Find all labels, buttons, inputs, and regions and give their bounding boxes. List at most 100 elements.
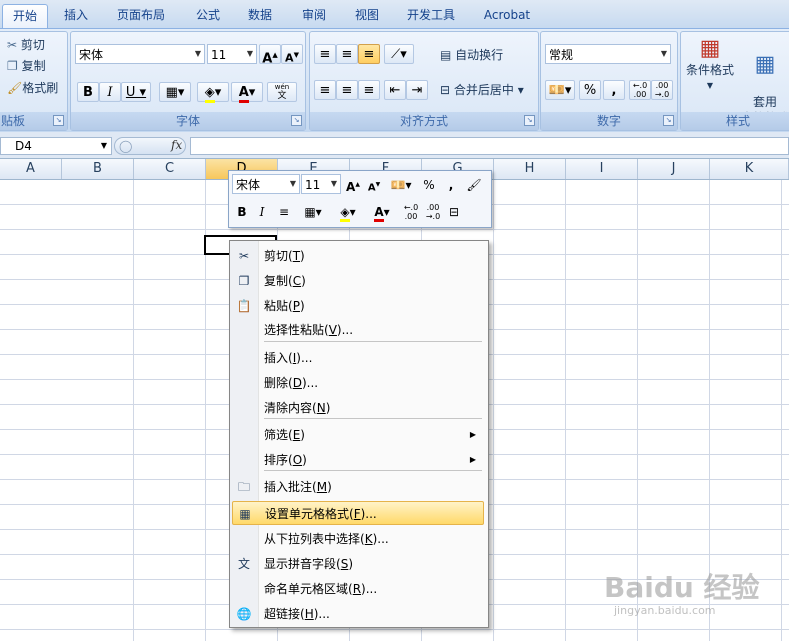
menu-item-sort[interactable]: 排序(O) ▶: [232, 448, 484, 472]
font-size-value: 11: [211, 48, 227, 62]
mini-percent-button[interactable]: %: [421, 176, 437, 194]
column-header-i[interactable]: I: [566, 159, 638, 179]
menu-item-insert[interactable]: 插入(I)...: [232, 346, 484, 370]
insert-function-button[interactable]: ◯ fx: [114, 137, 186, 155]
menu-accelerator-key: D: [292, 376, 302, 390]
align-right-button[interactable]: ≡: [358, 80, 380, 100]
name-box[interactable]: D4 ▼: [0, 137, 112, 155]
menu-item-clear-contents[interactable]: 清除内容(N): [232, 396, 484, 420]
column-header-b[interactable]: B: [62, 159, 134, 179]
format-painter-button[interactable]: 🖌格式刷: [7, 79, 58, 97]
align-middle-button[interactable]: ≡: [336, 44, 358, 64]
menu-item-hyperlink[interactable]: 🌐 超链接(H)...: [232, 602, 484, 626]
merge-center-label: 合并后居中: [453, 83, 514, 97]
menu-ellipsis: ...: [365, 582, 378, 596]
italic-button[interactable]: I: [99, 82, 121, 102]
menu-item-insert-comment[interactable]: 🗀 插入批注(M): [232, 475, 484, 499]
align-left-button[interactable]: ≡: [314, 80, 336, 100]
tab-insert[interactable]: 插入: [54, 4, 98, 26]
cut-button[interactable]: ✂ 剪切: [7, 36, 45, 54]
menu-ellipsis: ...: [365, 507, 377, 521]
grow-font-button[interactable]: A▲: [259, 44, 281, 66]
menu-item-filter[interactable]: 筛选(E) ▶: [232, 423, 484, 447]
mini-increase-decimal-button[interactable]: ←.0.00: [401, 203, 421, 221]
font-launcher-icon[interactable]: ↘: [291, 115, 302, 126]
menu-label-text: 剪切: [264, 249, 289, 263]
mini-bold-button[interactable]: B: [233, 203, 251, 221]
mini-shrink-font-button[interactable]: A▼: [365, 176, 383, 194]
scissors-icon: ✂: [238, 249, 250, 263]
mini-font-color-button[interactable]: A▾: [367, 203, 397, 222]
menu-item-label: 插入(I)...: [264, 346, 312, 370]
clipboard-launcher-icon[interactable]: ↘: [53, 115, 64, 126]
font-color-button[interactable]: A▾: [231, 82, 263, 103]
column-header-k[interactable]: K: [710, 159, 789, 179]
menu-item-copy[interactable]: ❐ 复制(C): [232, 269, 484, 293]
mini-fill-color-button[interactable]: ◈▾: [333, 203, 363, 222]
font-size-combo[interactable]: 11 ▼: [207, 44, 257, 64]
column-header-a[interactable]: A: [0, 159, 62, 179]
tab-home[interactable]: 开始: [2, 4, 48, 29]
menu-item-paste-special[interactable]: 选择性粘贴(V)...: [232, 318, 484, 342]
menu-item-define-name[interactable]: 命名单元格区域(R)...: [232, 577, 484, 601]
tab-developer[interactable]: 开发工具: [398, 4, 464, 26]
menu-item-paste[interactable]: 📋 粘贴(P): [232, 294, 484, 318]
mini-font-name-combo[interactable]: 宋体 ▼: [232, 174, 300, 194]
borders-button[interactable]: ▦▾: [159, 82, 191, 102]
accounting-format-button[interactable]: 💴▾: [545, 80, 575, 100]
mini-borders-button[interactable]: ▦▾: [299, 203, 327, 221]
number-format-combo[interactable]: 常规 ▼: [545, 44, 671, 64]
column-header-j[interactable]: J: [638, 159, 710, 179]
tab-view[interactable]: 视图: [345, 4, 389, 26]
column-header-h[interactable]: H: [494, 159, 566, 179]
menu-accelerator-key: R: [352, 582, 362, 596]
phonetic-button[interactable]: wén 文: [267, 82, 297, 102]
number-launcher-icon[interactable]: ↘: [663, 115, 674, 126]
increase-decimal-button[interactable]: ←.0.00: [629, 80, 651, 100]
fill-color-button[interactable]: ◈▾: [197, 82, 229, 103]
align-center-button[interactable]: ≡: [336, 80, 358, 100]
percent-button[interactable]: %: [579, 80, 601, 100]
mini-comma-button[interactable]: ,: [445, 176, 457, 194]
alignment-launcher-icon[interactable]: ↘: [524, 115, 535, 126]
mini-decrease-decimal-button[interactable]: .00 →.0: [423, 203, 443, 221]
tab-formulas[interactable]: 公式: [186, 4, 230, 26]
orientation-button[interactable]: ⟋▾: [384, 44, 414, 64]
mini-grow-font-button[interactable]: A▲: [344, 176, 362, 194]
column-header-c[interactable]: C: [134, 159, 206, 179]
mini-accounting-button[interactable]: 💴▾: [387, 176, 415, 194]
merge-center-button[interactable]: ⊟ 合并后居中 ▾: [440, 81, 524, 99]
bold-button[interactable]: B: [77, 82, 99, 102]
mini-merge-button[interactable]: ⊟: [445, 203, 463, 221]
menu-label-text: 清除内容: [264, 401, 313, 415]
align-top-button[interactable]: ≡: [314, 44, 336, 64]
formula-input[interactable]: [190, 137, 789, 155]
menu-accelerator-key: H: [304, 607, 314, 621]
wrap-text-button[interactable]: ▤ 自动换行: [440, 46, 503, 64]
mini-italic-button[interactable]: I: [253, 203, 271, 221]
menu-item-show-phonetic[interactable]: 文显示拼音字段(S): [232, 552, 484, 576]
decrease-indent-button[interactable]: ⇤: [384, 80, 406, 100]
menu-item-pick-from-list[interactable]: 从下拉列表中选择(K)...: [232, 527, 484, 551]
mini-font-size-combo[interactable]: 11 ▼: [301, 174, 341, 194]
mini-center-button[interactable]: ≡: [275, 203, 293, 221]
menu-item-delete[interactable]: 删除(D)...: [232, 371, 484, 395]
conditional-format-button[interactable]: ▦ 条件格式 ▼: [683, 36, 737, 94]
comma-button[interactable]: ,: [603, 80, 625, 100]
menu-item-label: 命名单元格区域(R)...: [264, 577, 377, 601]
mini-format-painter-button[interactable]: 🖌: [465, 176, 483, 194]
increase-indent-button[interactable]: ⇥: [406, 80, 428, 100]
font-name-combo[interactable]: 宋体 ▼: [75, 44, 205, 64]
align-bottom-button[interactable]: ≡: [358, 44, 380, 64]
decrease-decimal-button[interactable]: .00 →.0: [651, 80, 673, 100]
chevron-down-icon: ▼: [289, 179, 297, 188]
tab-acrobat[interactable]: Acrobat: [474, 4, 540, 26]
tab-data[interactable]: 数据: [238, 4, 282, 26]
menu-item-cut[interactable]: ✂ 剪切(T): [232, 244, 484, 268]
shrink-font-button[interactable]: A▼: [281, 44, 303, 65]
menu-item-format-cells[interactable]: ▦ 设置单元格格式(F)...: [232, 501, 484, 525]
underline-button[interactable]: U ▾: [121, 82, 151, 102]
tab-page-layout[interactable]: 页面布局: [108, 4, 174, 26]
tab-review[interactable]: 审阅: [292, 4, 336, 26]
copy-button[interactable]: ❐ 复制: [7, 57, 46, 75]
